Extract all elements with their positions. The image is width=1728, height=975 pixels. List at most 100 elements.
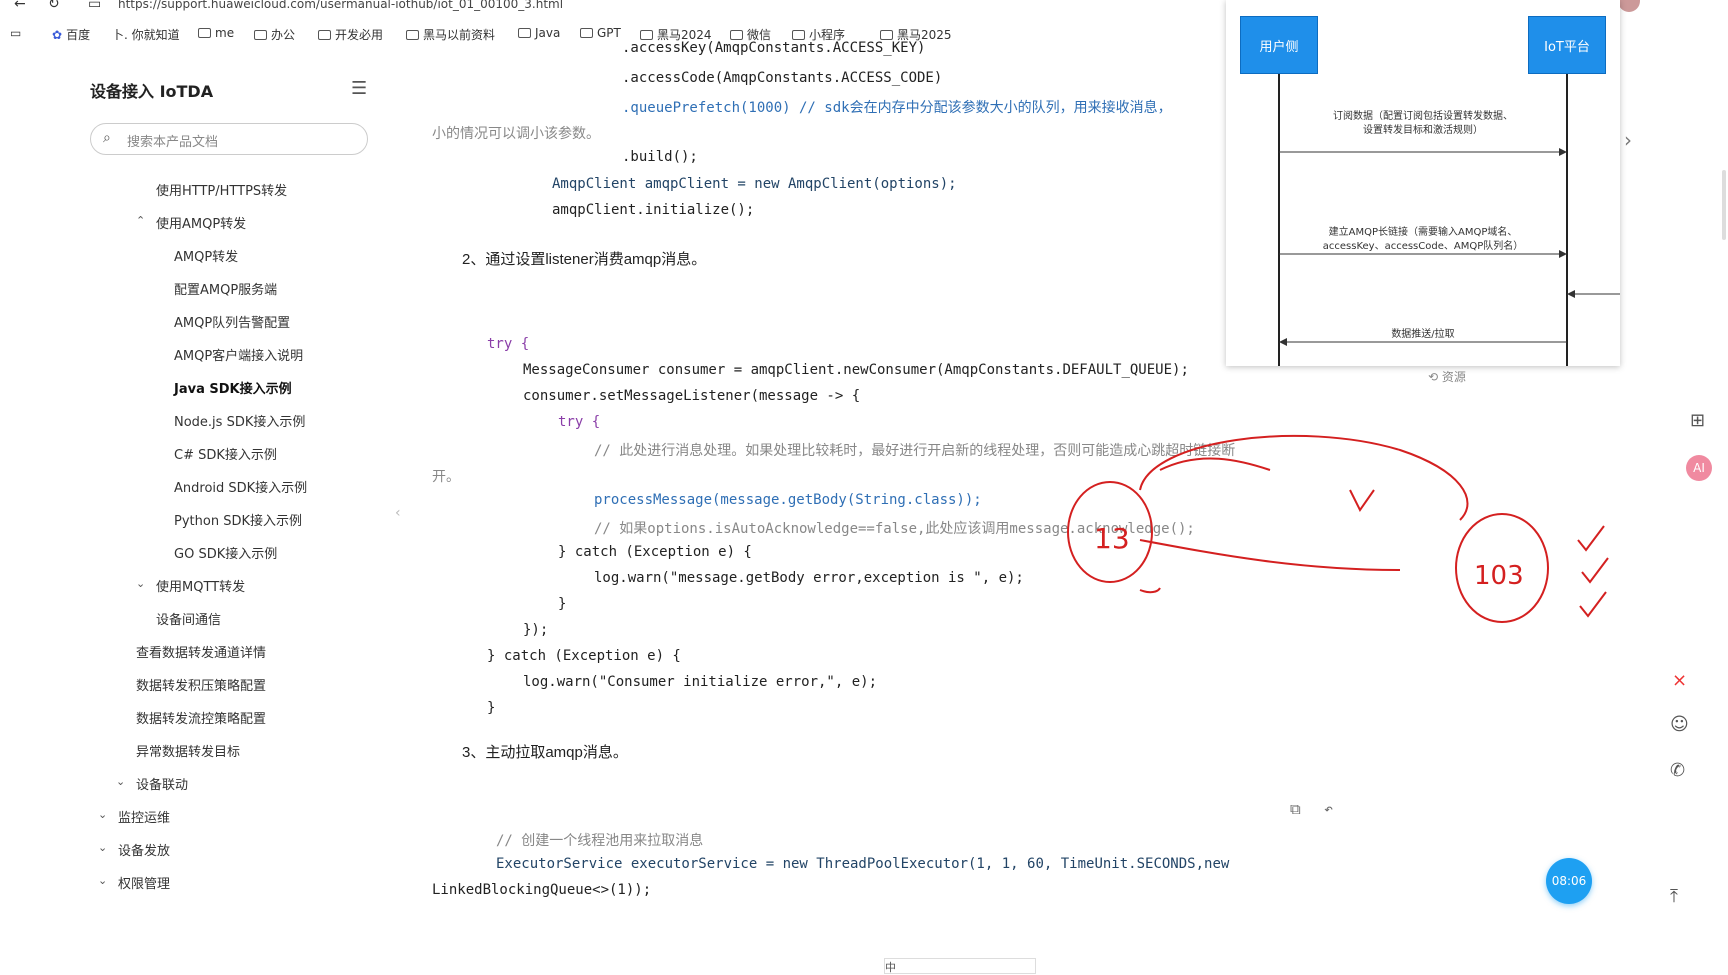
sidebar-item-label: 权限管理 xyxy=(118,877,171,892)
code-line: 开。 xyxy=(432,469,460,485)
resource-link[interactable]: ⟲ 资源 xyxy=(1428,368,1466,385)
collapse-sidebar-icon[interactable]: ‹ xyxy=(395,505,401,521)
bookmark-label: me xyxy=(215,26,235,40)
sidebar-item[interactable]: ⌄ 设备联动 xyxy=(116,774,188,793)
sidebar-item[interactable]: AMQP客户端接入说明 xyxy=(174,345,303,364)
bookmark-label: 开发必用 xyxy=(335,28,384,42)
sidebar-item[interactable]: ⌃ 使用AMQP转发 xyxy=(136,213,247,232)
code-line: .accessCode(AmqpConstants.ACCESS_CODE) xyxy=(622,70,943,86)
chevron-down-icon[interactable]: ⌄ xyxy=(98,874,107,887)
sidebar-item[interactable]: ⌄ 权限管理 xyxy=(98,873,171,892)
back-icon[interactable]: ← xyxy=(14,0,26,12)
folder-icon xyxy=(318,29,331,40)
code-line: ExecutorService executorService = new Th… xyxy=(496,856,1230,872)
chevron-down-icon[interactable]: ⌄ xyxy=(98,808,107,821)
bookmark-folder[interactable]: 办公 xyxy=(254,26,295,43)
bookmark-baidu[interactable]: ✿ 百度 xyxy=(52,26,90,43)
menu-icon[interactable]: ☰ xyxy=(351,78,367,99)
copy-icon[interactable]: ⧉ xyxy=(1290,800,1301,818)
code-line: AmqpClient amqpClient = new AmqpClient(o… xyxy=(552,176,957,192)
more-icon[interactable]: ··· xyxy=(1664,0,1677,8)
section-heading: 3、主动拉取amqp消息。 xyxy=(462,744,628,761)
back-to-top-icon[interactable]: ⤒ xyxy=(1670,886,1678,907)
diagram-lines xyxy=(1278,74,1620,366)
bookmark-label: GPT xyxy=(597,26,621,40)
folder-icon xyxy=(406,29,419,40)
folder-icon xyxy=(880,29,893,40)
sidebar-item-label: 数据转发积压策略配置 xyxy=(136,679,267,694)
sidebar-item[interactable]: AMQP队列告警配置 xyxy=(174,312,290,331)
sidebar-item[interactable]: GO SDK接入示例 xyxy=(174,543,277,562)
brand-icon[interactable]: ⨯ xyxy=(1672,670,1687,691)
sidebar-item[interactable]: 使用HTTP/HTTPS转发 xyxy=(156,180,287,199)
chevron-up-icon[interactable]: ⌃ xyxy=(136,214,145,227)
chevron-down-icon[interactable]: ⌄ xyxy=(98,841,107,854)
bookmark-folder[interactable]: 黑马以前资料 xyxy=(406,26,495,43)
sidebar-item[interactable]: Android SDK接入示例 xyxy=(174,477,307,496)
chevron-down-icon[interactable]: ⌄ xyxy=(136,577,145,590)
paw-icon: ✿ xyxy=(52,27,63,42)
bookmark-folder[interactable]: me xyxy=(198,26,234,40)
sidebar-item[interactable]: Python SDK接入示例 xyxy=(174,510,302,529)
sidebar-item[interactable]: 数据转发流控策略配置 xyxy=(136,708,266,727)
bookmarks-bar: ▭ ✿ 百度 卜. 你就知道 me 办公 开发必用 黑马以前资料 Java GPT… xyxy=(0,24,1240,46)
bookmark-folder[interactable]: GPT xyxy=(580,26,621,40)
tab-search-icon[interactable]: ▭ xyxy=(10,26,21,40)
avatar[interactable] xyxy=(1618,0,1640,12)
folder-icon xyxy=(580,28,593,38)
sidebar-item[interactable]: 异常数据转发目标 xyxy=(136,741,240,760)
chevron-down-icon[interactable]: ⌄ xyxy=(116,775,125,788)
sidebar-item[interactable]: 配置AMQP服务端 xyxy=(174,279,277,298)
expand-right-icon[interactable]: › xyxy=(1624,128,1632,152)
sidebar-item-label: C# SDK接入示例 xyxy=(174,448,277,463)
folder-icon xyxy=(640,29,653,40)
url-text[interactable]: https://support.huaweicloud.com/usermanu… xyxy=(118,0,563,11)
sidebar-item-label: 使用AMQP转发 xyxy=(156,217,247,232)
code-line: MessageConsumer consumer = amqpClient.ne… xyxy=(523,362,1189,378)
message-push: 数据推送/拉取 xyxy=(1391,329,1455,340)
folder-icon xyxy=(254,29,267,40)
grid-add-icon[interactable]: ⊞ xyxy=(1690,410,1705,431)
code-line: } xyxy=(558,596,567,612)
reload-icon[interactable]: ↻ xyxy=(48,0,60,12)
bookmark-label: 百度 xyxy=(66,28,91,42)
site-info-icon[interactable]: ▭ xyxy=(88,0,101,12)
code-line: // 创建一个线程池用来拉取消息 xyxy=(496,833,704,849)
sidebar-item[interactable]: ⌄ 监控运维 xyxy=(98,807,170,826)
timer-badge[interactable]: 08:06 xyxy=(1546,858,1592,904)
wrap-icon[interactable]: ↶ xyxy=(1324,800,1333,818)
check-mark-annotation xyxy=(1581,557,1609,584)
sidebar-item[interactable]: ⌄ 设备发放 xyxy=(98,840,171,859)
sidebar-item[interactable]: Java SDK接入示例 xyxy=(174,378,292,397)
bookmark-folder[interactable]: 开发必用 xyxy=(318,26,383,43)
scrollbar[interactable] xyxy=(1722,170,1726,240)
phone-icon[interactable]: ✆ xyxy=(1670,760,1685,781)
sidebar-item[interactable]: Node.js SDK接入示例 xyxy=(174,411,305,430)
folder-icon xyxy=(792,29,805,40)
sidebar-item[interactable]: ⌄ 使用MQTT转发 xyxy=(136,576,245,595)
code-line: consumer.setMessageListener(message -> { xyxy=(523,388,861,404)
bookmark-label: 办公 xyxy=(271,28,296,42)
search-input[interactable]: ⌕ 搜索本产品文档 xyxy=(90,123,368,155)
doc-content: .accessKey(AmqpConstants.ACCESS_KEY) .ac… xyxy=(430,40,1360,972)
code-line: LinkedBlockingQueue<>(1)); xyxy=(432,882,652,898)
code-line: } catch (Exception e) { xyxy=(487,648,681,664)
sidebar-item[interactable]: 数据转发积压策略配置 xyxy=(136,675,266,694)
sidebar-title: 设备接入 IoTDA xyxy=(90,82,214,101)
message-connect: 建立AMQP长链接（需要输入AMQP域名、 accessKey、accessCo… xyxy=(1322,227,1524,252)
bookmark-label: 黑马以前资料 xyxy=(423,28,496,42)
assistant-icon[interactable]: AI xyxy=(1686,455,1712,481)
sidebar-item[interactable]: 设备间通信 xyxy=(156,609,221,628)
sidebar-item[interactable]: AMQP转发 xyxy=(174,246,238,265)
message-subscribe: 订阅数据（配置订阅包括设置转发数据、 设置转发目标和激活规则） xyxy=(1333,111,1513,136)
annotation-number-right: 103 xyxy=(1474,561,1524,591)
smile-icon[interactable]: ☺ xyxy=(1670,714,1689,735)
sidebar-item-label: 设备发放 xyxy=(118,844,171,859)
bookmark-label: Java xyxy=(535,26,561,40)
bookmark-folder[interactable]: Java xyxy=(518,26,560,40)
sidebar-item[interactable]: 查看数据转发通道详情 xyxy=(136,642,266,661)
code-line: try { xyxy=(487,336,530,352)
bookmark-item[interactable]: 卜. 你就知道 xyxy=(112,26,180,43)
sidebar-item[interactable]: C# SDK接入示例 xyxy=(174,444,277,463)
sidebar-item-label: 查看数据转发通道详情 xyxy=(136,646,267,661)
